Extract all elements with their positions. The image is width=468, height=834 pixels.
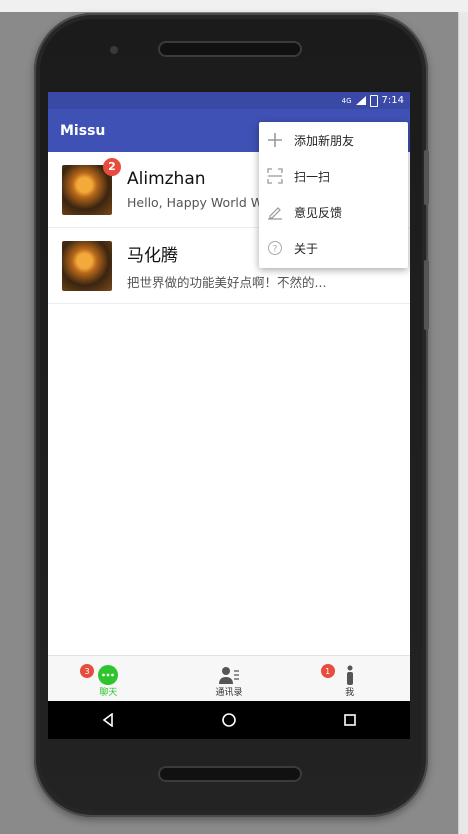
battery-icon	[369, 94, 378, 107]
device-screen: 4G 7:14 Missu 2 Alimzhan Hello, Happy Wo…	[48, 92, 410, 739]
tab-chats[interactable]: 3 聊天	[48, 656, 169, 702]
unread-badge: 2	[103, 157, 121, 176]
svg-text:?: ?	[273, 245, 278, 255]
scan-icon	[266, 167, 284, 185]
tab-label: 聊天	[99, 688, 118, 698]
power-button[interactable]	[424, 260, 429, 330]
back-icon[interactable]	[101, 713, 115, 727]
signal-icon	[355, 96, 366, 105]
background-window-edge	[458, 12, 468, 834]
signal-indicator: 4G	[341, 96, 352, 105]
app-title: Missu	[60, 122, 106, 139]
tab-badge: 3	[80, 664, 94, 678]
pencil-icon	[266, 203, 284, 221]
status-bar: 4G 7:14	[48, 92, 410, 109]
menu-item-scan[interactable]: 扫一扫	[259, 158, 408, 194]
bottom-tab-bar: 3 聊天 1 通讯录 我	[48, 655, 410, 702]
menu-item-label: 关于	[294, 241, 319, 256]
avatar: 2	[62, 157, 121, 215]
contacts-icon	[219, 667, 239, 684]
background-window-bar	[0, 0, 468, 12]
chat-name: Alimzhan	[127, 169, 206, 189]
chat-bubble-icon	[98, 665, 119, 685]
menu-item-add-friend[interactable]: 添加新朋友	[259, 122, 408, 158]
volume-button[interactable]	[424, 150, 429, 205]
front-camera	[110, 46, 118, 54]
tab-label: 我	[345, 688, 355, 698]
plus-icon	[266, 131, 284, 149]
top-speaker	[160, 43, 300, 55]
menu-item-label: 意见反馈	[294, 205, 343, 220]
menu-item-label: 扫一扫	[294, 169, 331, 184]
tab-me[interactable]: 我	[289, 656, 410, 702]
system-nav-bar	[48, 701, 410, 739]
chat-last-message: Hello, Happy World Wo	[127, 195, 270, 210]
bottom-speaker	[160, 768, 300, 780]
tab-contacts[interactable]: 1 通讯录	[169, 656, 335, 702]
home-icon[interactable]	[221, 712, 237, 728]
tab-label: 通讯录	[215, 688, 243, 698]
overflow-menu: 添加新朋友 扫一扫 意见反馈 ? 关于	[259, 122, 408, 268]
menu-item-about[interactable]: ? 关于	[259, 230, 408, 266]
recents-icon[interactable]	[343, 713, 357, 727]
status-time: 7:14	[381, 95, 404, 106]
menu-item-label: 添加新朋友	[294, 133, 355, 148]
avatar	[62, 240, 112, 291]
chat-last-message: 把世界做的功能美好点啊！不然的...	[127, 274, 327, 290]
menu-item-feedback[interactable]: 意见反馈	[259, 194, 408, 230]
person-icon	[346, 665, 353, 685]
question-circle-icon: ?	[266, 239, 284, 257]
